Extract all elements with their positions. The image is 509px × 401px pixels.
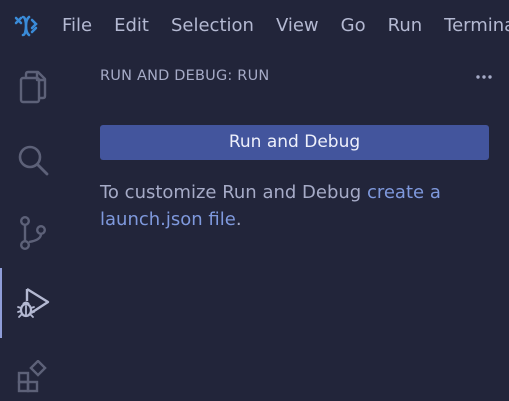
menu-go[interactable]: Go xyxy=(330,0,377,52)
run-debug-icon xyxy=(17,287,50,318)
activity-source-control[interactable] xyxy=(0,198,66,268)
activity-extensions[interactable] xyxy=(0,342,66,401)
menu-bar: File Edit Selection View Go Run Terminal xyxy=(0,0,509,52)
panel-title: RUN AND DEBUG: RUN xyxy=(100,68,270,84)
vscode-window: File Edit Selection View Go Run Terminal xyxy=(0,0,509,401)
menu-edit[interactable]: Edit xyxy=(103,0,160,52)
run-and-debug-button[interactable]: Run and Debug xyxy=(100,125,489,160)
launch-config-hint: To customize Run and Debug create a laun… xyxy=(100,179,480,233)
files-icon xyxy=(19,70,47,104)
run-debug-panel: RUN AND DEBUG: RUN Run and Debug To cust… xyxy=(66,52,509,401)
menu-terminal[interactable]: Terminal xyxy=(433,0,509,52)
menu-view[interactable]: View xyxy=(265,0,330,52)
activity-search[interactable] xyxy=(0,125,66,195)
hint-text: To customize Run and Debug xyxy=(100,182,367,203)
search-icon xyxy=(18,145,49,176)
menu-run[interactable]: Run xyxy=(377,0,434,52)
extensions-icon xyxy=(17,360,47,393)
app-logo-icon[interactable] xyxy=(0,0,52,52)
activity-explorer[interactable] xyxy=(0,52,66,122)
hint-suffix: . xyxy=(235,209,242,230)
activity-bar xyxy=(0,52,66,401)
ellipsis-icon[interactable] xyxy=(473,66,495,88)
menu-file[interactable]: File xyxy=(52,0,103,52)
activity-run-debug[interactable] xyxy=(0,268,66,338)
source-control-icon xyxy=(20,216,47,251)
menu-selection[interactable]: Selection xyxy=(160,0,265,52)
